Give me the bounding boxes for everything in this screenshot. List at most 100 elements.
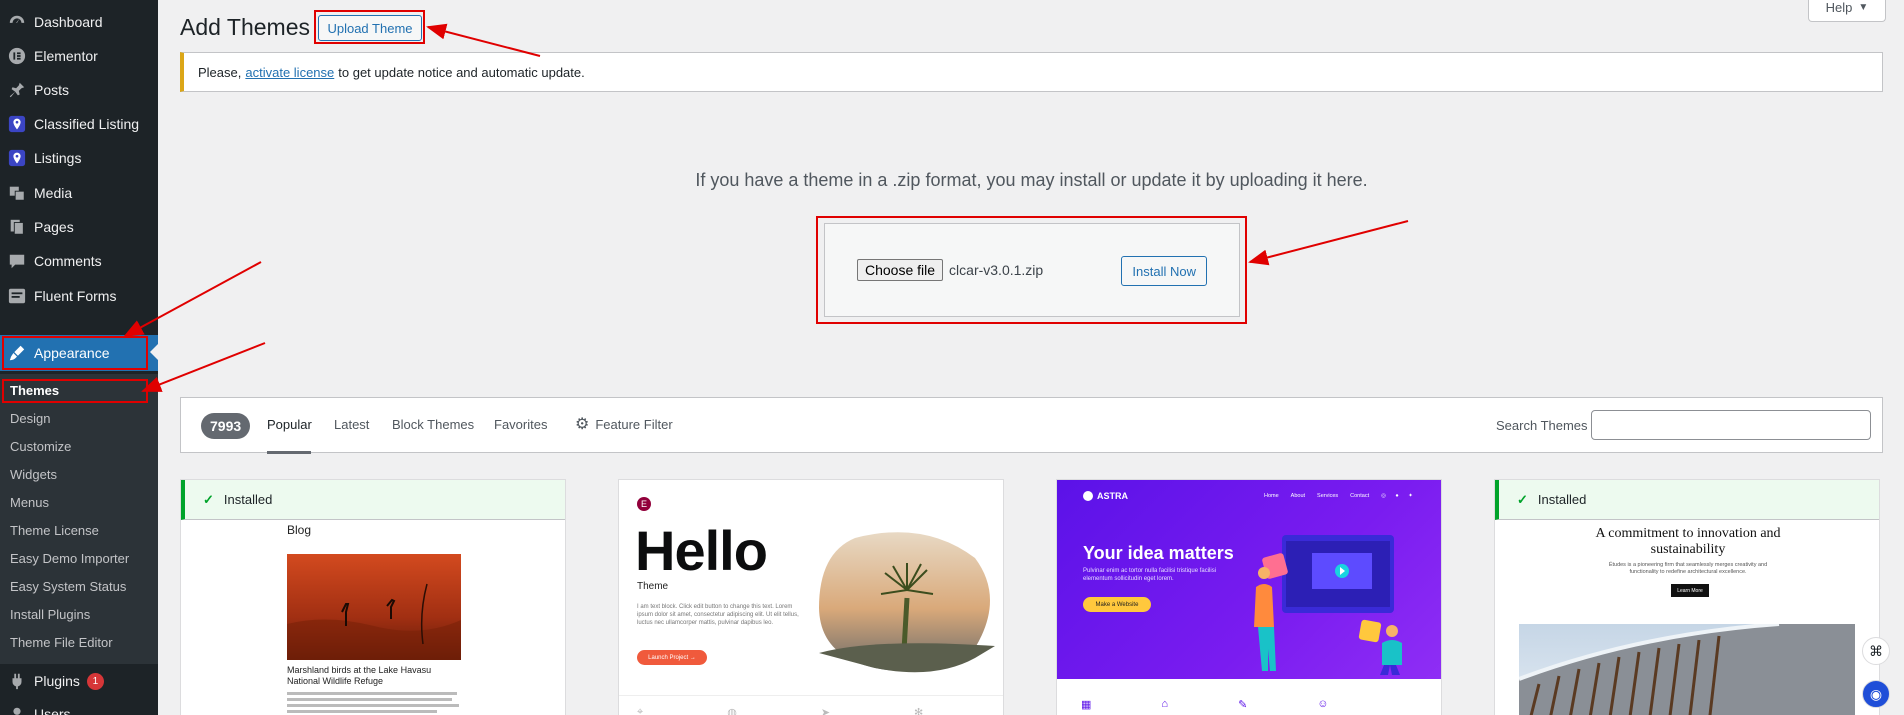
elementor-icon [4,47,30,65]
astra-headline: Your idea matters [1083,543,1234,563]
card-blog-body-lines [287,692,463,715]
media-icon [4,184,30,202]
globe-icon: ◍ [727,707,737,715]
submenu-easy-system-status[interactable]: Easy System Status [10,579,126,594]
theme-card-hello[interactable]: E Hello Theme I am text block. Click edi… [618,479,1004,715]
submenu-menus[interactable]: Menus [10,495,49,510]
sidebar-item-comments[interactable]: Comments [0,244,158,278]
submenu-easy-demo-importer[interactable]: Easy Demo Importer [10,551,129,566]
submenu-design[interactable]: Design [10,411,50,426]
astra-cta-button: Make a Website [1083,597,1151,612]
plugins-update-badge: 1 [86,672,104,690]
gear-icon: ⚙ [575,416,590,433]
page-title: Add Themes [180,14,310,40]
installed-banner: ✓ Installed [1495,480,1879,520]
chat-assistant-icon[interactable]: ◉ [1862,680,1890,708]
license-notice: Please, activate license to get update n… [180,52,1883,92]
installed-banner: ✓ Installed [181,480,565,520]
active-tab-indicator [267,451,311,454]
search-themes-label: Search Themes [1496,418,1588,433]
location-icon [4,115,30,133]
location-icon [4,149,30,167]
submenu-themes[interactable]: Themes [10,383,59,398]
install-now-button[interactable]: Install Now [1121,256,1207,286]
submenu-theme-file-editor[interactable]: Theme File Editor [10,635,113,650]
upload-theme-button[interactable]: Upload Theme [318,15,422,41]
edit-icon: ✎ [1238,699,1248,711]
astra-illustration [1252,535,1441,675]
theme-card-blog[interactable]: ✓ Installed Blog Marshland birds at the … [180,479,566,715]
choose-file-button[interactable]: Choose file [857,259,944,281]
feature-filter-button[interactable]: ⚙ Feature Filter [575,416,673,433]
architecture-image [1518,622,1855,715]
caret-down-icon: ▼ [1858,2,1869,13]
arch-headline: A commitment to innovation and sustainab… [1595,526,1781,557]
admin-sidebar: Dashboard Elementor Posts Classified Lis… [0,0,158,715]
sidebar-item-classified-listing[interactable]: Classified Listing [0,107,158,141]
sidebar-item-plugins[interactable]: Plugins 1 [0,664,158,698]
sidebar-item-users[interactable]: Users [0,697,158,715]
pin-icon: ⌖ [637,706,644,715]
sidebar-item-media[interactable]: Media [0,176,158,210]
submenu-install-plugins[interactable]: Install Plugins [10,607,90,622]
social-icons: ◎ ● ✦ [1381,493,1417,499]
smile-icon: ☺ [1317,698,1329,710]
checkmark-icon: ✓ [203,491,214,507]
checkmark-icon: ✓ [1517,491,1528,507]
pin-icon [4,81,30,99]
sidebar-item-dashboard[interactable]: Dashboard [0,5,158,39]
sidebar-item-elementor[interactable]: Elementor [0,39,158,73]
pages-icon [4,218,30,236]
sidebar-item-listings[interactable]: Listings [0,141,158,175]
hello-subtitle: Theme [637,581,669,592]
desert-plant-image [815,528,997,676]
elementor-logo-icon: E [637,497,651,511]
notice-suffix: to get update notice and automatic updat… [338,64,585,80]
tab-block-themes[interactable]: Block Themes [392,417,474,432]
theme-count-badge: 7993 [201,413,251,439]
theme-card-astra[interactable]: ASTRA Home About Services Contact ◎ ● ✦ … [1056,479,1442,715]
marsh-birds-image [287,554,461,660]
astra-logo-icon [1083,491,1093,501]
arch-learn-more-button: Learn More [1671,584,1709,597]
dashboard-icon [4,13,30,31]
astra-body: Pulvinar enim ac tortor nulla facilisi t… [1083,568,1217,582]
sidebar-item-posts[interactable]: Posts [0,73,158,107]
search-themes-input[interactable] [1591,410,1871,440]
hello-body: I am text block. Click edit button to ch… [637,604,799,626]
astra-feature-icons: ▦ ⌂ ✎ ☺ [1081,698,1329,711]
sidebar-item-appearance[interactable]: Appearance [0,335,158,371]
hello-feature-icons: ⌖ ◍ ➤ ✻ [637,706,923,715]
feature-filter-label: Feature Filter [595,417,673,432]
comment-icon [4,252,30,270]
upload-form: Choose file clcar-v3.0.1.zip Install Now [824,223,1240,317]
submenu-theme-license[interactable]: Theme License [10,523,99,538]
theme-filter-bar: 7993 Popular Latest Block Themes Favorit… [180,397,1883,454]
hello-title: Hello [635,519,768,582]
help-label: Help [1825,0,1853,15]
installed-label: Installed [1537,492,1587,507]
arch-body: Études is a pioneering firm that seamles… [1608,562,1768,575]
installed-label: Installed [223,492,273,507]
tab-popular[interactable]: Popular [267,417,312,432]
send-icon: ➤ [820,707,831,715]
theme-card-architecture[interactable]: ✓ Installed A commitment to innovation a… [1494,479,1880,715]
forms-icon [4,287,30,305]
help-button[interactable]: Help ▼ [1808,0,1886,22]
activate-license-link[interactable]: activate license [245,65,334,80]
tab-favorites[interactable]: Favorites [494,417,547,432]
card-blog-caption: Marshland birds at the Lake Havasu Natio… [287,665,432,686]
sidebar-item-fluent-forms[interactable]: Fluent Forms [0,279,158,313]
plugin-icon [4,672,30,690]
hello-launch-button: Launch Project → [637,650,707,665]
notice-prefix: Please, [198,64,242,80]
apps-grid-icon[interactable]: ⌘ [1862,637,1890,665]
submenu-customize[interactable]: Customize [10,439,71,454]
brush-icon [4,344,30,362]
snowflake-icon: ✻ [914,707,924,715]
submenu-widgets[interactable]: Widgets [10,467,57,482]
sidebar-item-pages[interactable]: Pages [0,210,158,244]
tab-latest[interactable]: Latest [334,417,369,432]
building-icon: ▦ [1081,699,1092,711]
selected-file-name: clcar-v3.0.1.zip [949,262,1044,278]
